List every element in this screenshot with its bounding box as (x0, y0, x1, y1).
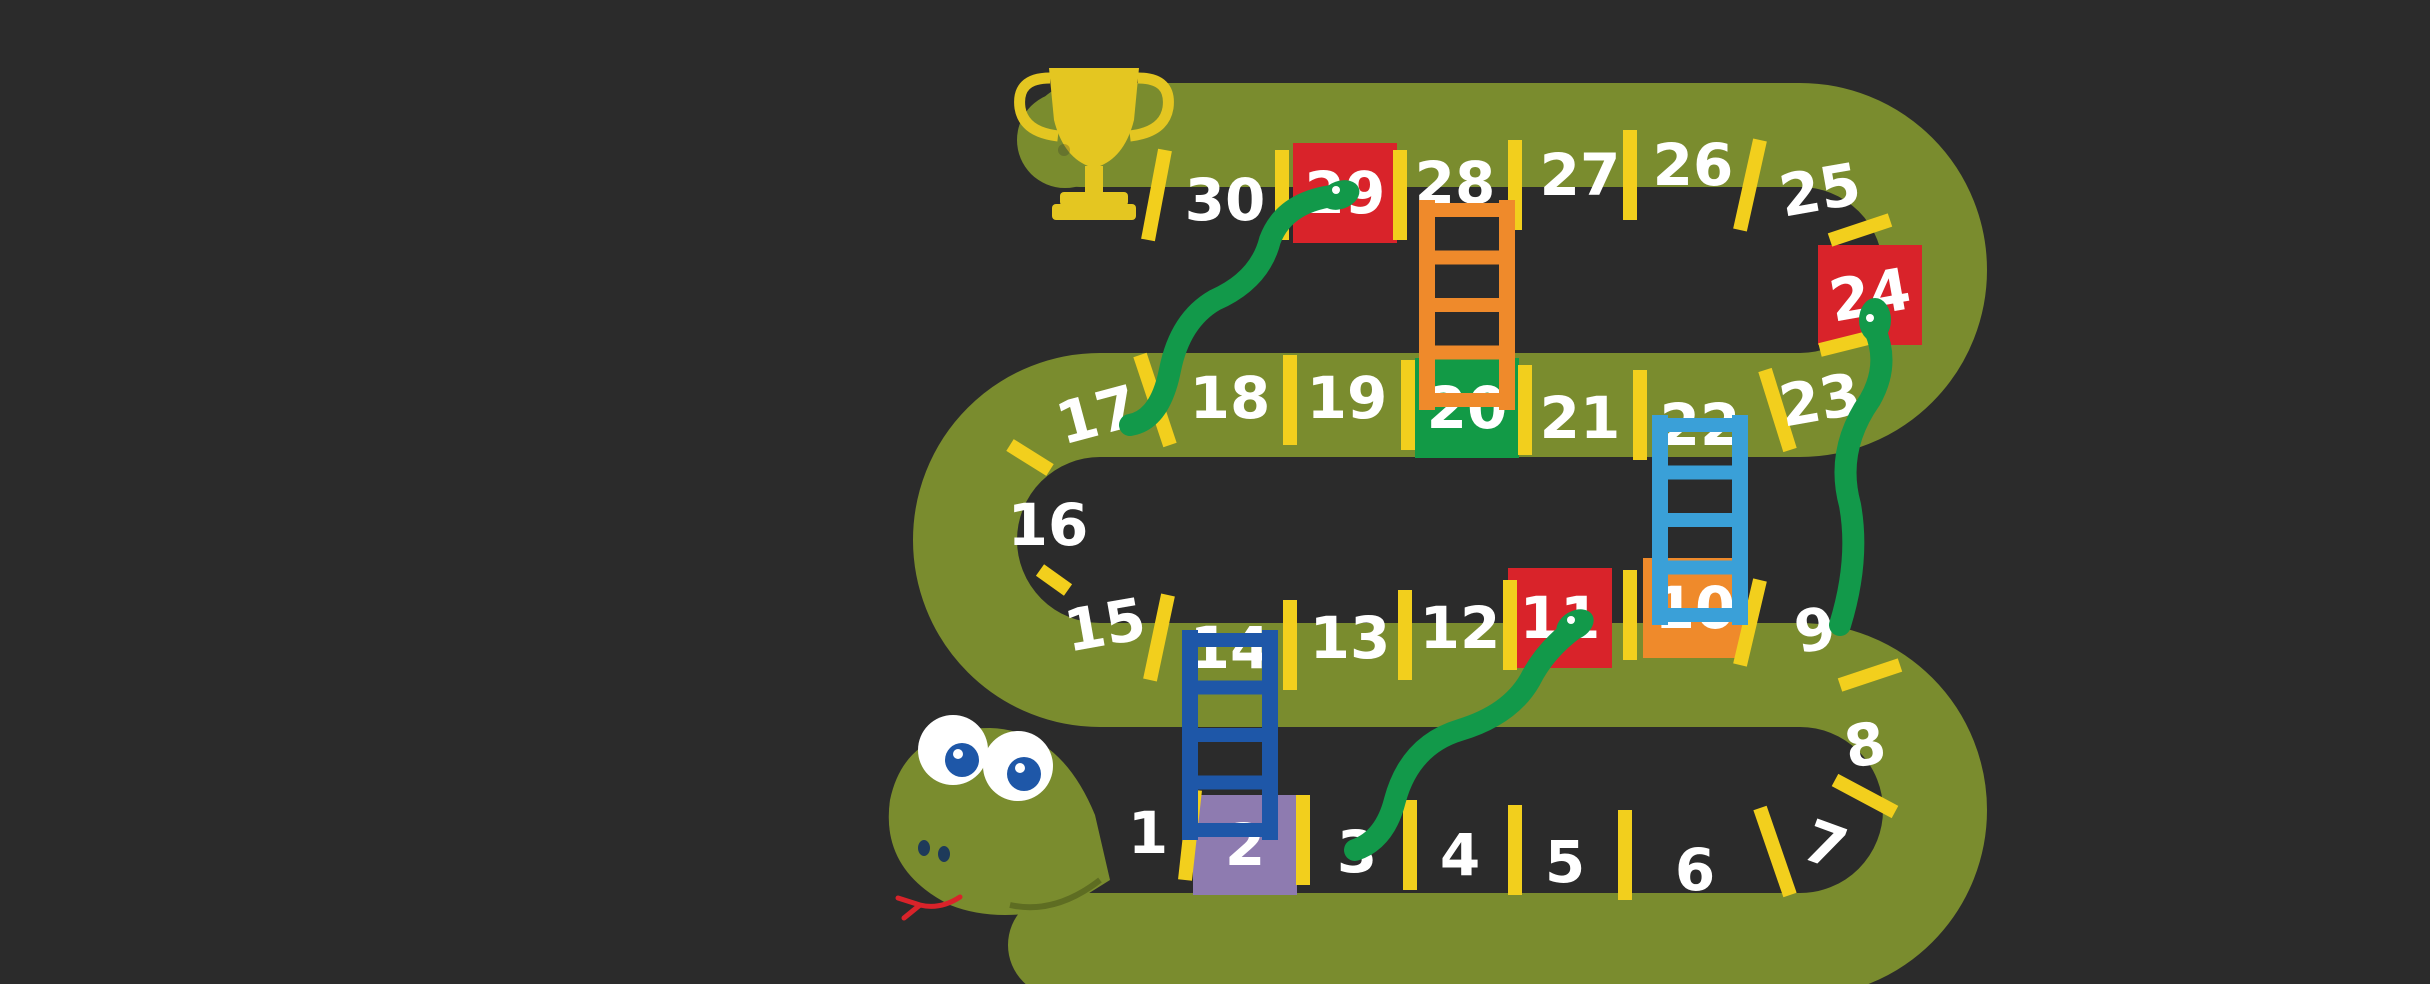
square-19: 19 (1307, 364, 1388, 432)
square-30: 30 (1185, 166, 1266, 234)
square-26: 26 (1653, 131, 1734, 199)
square-1: 1 (1128, 799, 1168, 867)
square-25: 25 (1774, 150, 1865, 231)
square-5: 5 (1545, 828, 1585, 896)
square-13: 13 (1310, 604, 1391, 672)
game-board: 1234567891011121314151617181920212223242… (0, 0, 2430, 984)
square-21: 21 (1540, 384, 1621, 452)
square-16: 16 (1008, 491, 1089, 559)
square-27: 27 (1540, 141, 1621, 209)
square-12: 12 (1420, 594, 1501, 662)
square-18: 18 (1190, 364, 1271, 432)
square-2: 2 (1225, 811, 1265, 879)
square-15: 15 (1059, 585, 1150, 666)
square-4: 4 (1440, 821, 1480, 889)
square-14: 14 (1190, 614, 1271, 682)
square-20: 20 (1427, 374, 1508, 442)
square-6: 6 (1675, 836, 1715, 904)
